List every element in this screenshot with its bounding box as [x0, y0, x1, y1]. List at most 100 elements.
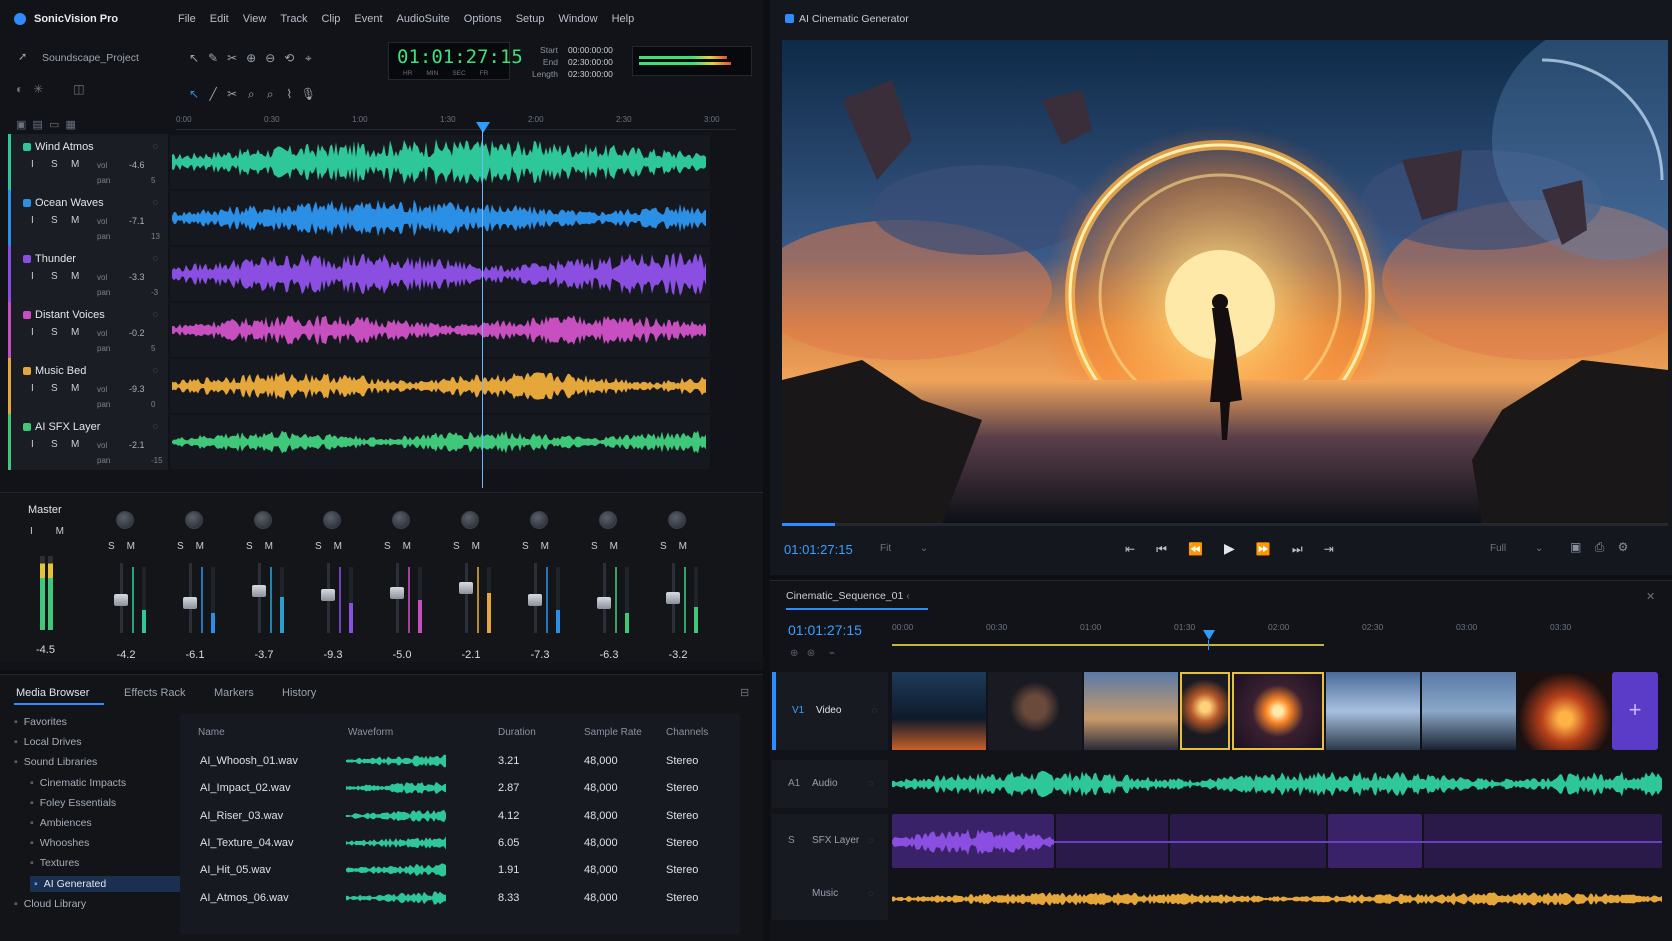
video-clip[interactable] — [892, 672, 986, 750]
solo-button[interactable]: S — [384, 541, 391, 552]
pan-knob[interactable] — [599, 511, 617, 529]
zoom-out-icon[interactable]: ⊖ — [262, 50, 278, 66]
menu-item[interactable]: File — [178, 13, 196, 25]
pan-knob[interactable] — [116, 511, 134, 529]
menu-item[interactable]: View — [243, 13, 267, 25]
fader-cap[interactable] — [459, 582, 473, 595]
audio-track[interactable]: Ocean Waves ◌ I S Mvol -7.1 pan 13 — [2, 190, 720, 246]
tree-item[interactable]: ▪ Ambiences — [30, 817, 92, 829]
full-select[interactable]: Full ⌄ — [1490, 543, 1550, 554]
track-m-button[interactable]: M — [71, 327, 91, 338]
tree-item[interactable]: ▪ AI Generated — [30, 875, 182, 892]
go-end-icon[interactable]: ⇥ — [1324, 542, 1334, 556]
table-row[interactable]: AI_Impact_02.wav 2.87 48,000 Stereo — [190, 775, 738, 801]
menu-item[interactable]: Help — [612, 13, 635, 25]
mute-button[interactable]: M — [472, 541, 480, 552]
track-record-icon[interactable]: ◌ — [153, 309, 158, 319]
mute-button[interactable]: M — [127, 541, 135, 552]
tree-item[interactable]: ▪ Cinematic Impacts — [30, 777, 126, 789]
panel-menu-icon[interactable]: ⊟ — [740, 686, 749, 699]
table-row[interactable]: AI_Hit_05.wav 1.91 48,000 Stereo — [190, 857, 738, 883]
master-mute-button[interactable]: M — [56, 526, 64, 537]
camera-icon[interactable]: ▣ — [1570, 540, 1581, 554]
track-header[interactable]: Ocean Waves ◌ I S Mvol -7.1 pan 13 — [8, 190, 168, 246]
track-s-button[interactable]: S — [51, 439, 71, 450]
track-i-button[interactable]: I — [31, 215, 51, 226]
fader-cap[interactable] — [252, 584, 266, 597]
track-s-button[interactable]: S — [51, 271, 71, 282]
vol-value[interactable]: -9.3 — [129, 384, 145, 394]
tree-item[interactable]: ▪ Cloud Library — [14, 898, 86, 910]
pan-knob[interactable] — [323, 511, 341, 529]
cursor-tool-icon[interactable]: ↖ — [186, 86, 202, 102]
sequence-tab[interactable]: Cinematic_Sequence_01 ‹ — [786, 590, 928, 610]
step-back-icon[interactable]: ⏪ — [1188, 542, 1203, 556]
track-s-button[interactable]: S — [51, 383, 71, 394]
solo-button[interactable]: S — [522, 541, 529, 552]
track-m-button[interactable]: M — [71, 159, 91, 170]
solo-button[interactable]: S — [246, 541, 253, 552]
media-tab[interactable]: History — [282, 687, 316, 699]
playhead-marker-icon[interactable] — [476, 122, 490, 133]
audio-track[interactable]: Distant Voices ◌ I S Mvol -0.2 pan 5 — [2, 302, 720, 358]
video-clip[interactable] — [1518, 672, 1612, 750]
track-record-icon[interactable]: ◌ — [153, 141, 158, 151]
track-i-button[interactable]: I — [31, 327, 51, 338]
timeline-ruler[interactable]: 0:00 0:30 1:00 1:30 2:00 2:30 3:00 — [176, 112, 736, 130]
pan-knob[interactable] — [254, 511, 272, 529]
add-clip-button[interactable]: + — [1612, 672, 1658, 750]
pan-value[interactable]: 13 — [151, 232, 160, 241]
solo-button[interactable]: S — [315, 541, 322, 552]
pan-knob[interactable] — [668, 511, 686, 529]
column-header[interactable]: Name — [198, 727, 225, 738]
track-s-button[interactable]: S — [51, 159, 71, 170]
audio-track[interactable]: Thunder ◌ I S Mvol -3.3 pan -3 — [2, 246, 720, 302]
tree-item[interactable]: ▪ Local Drives — [14, 736, 82, 748]
vol-value[interactable]: -7.1 — [129, 216, 145, 226]
vol-value[interactable]: -2.1 — [129, 440, 145, 450]
tree-item[interactable]: ▪ Favorites — [14, 716, 67, 728]
mic-icon[interactable]: 🎙︎ — [300, 86, 316, 102]
solo-button[interactable]: S — [591, 541, 598, 552]
pan-knob[interactable] — [461, 511, 479, 529]
menu-item[interactable]: Setup — [516, 13, 545, 25]
step-forward-icon[interactable]: ⏩ — [1256, 542, 1271, 556]
prev-icon[interactable]: ⏮ — [1156, 542, 1167, 557]
preview-progress[interactable] — [782, 523, 1668, 526]
fader-cap[interactable] — [114, 594, 128, 607]
seq-track-toggle-icon[interactable]: ◌ — [868, 888, 873, 898]
pan-knob[interactable] — [530, 511, 548, 529]
fit-select[interactable]: Fit ⌄ — [880, 543, 940, 554]
magnify-icon[interactable]: ⌕ — [243, 86, 259, 102]
table-row[interactable]: AI_Atmos_06.wav 8.33 48,000 Stereo — [190, 885, 738, 911]
menu-item[interactable]: Window — [558, 13, 597, 25]
tree-item[interactable]: ▪ Whooshes — [30, 837, 89, 849]
track-s-button[interactable]: S — [51, 327, 71, 338]
video-clip-selected[interactable] — [1232, 672, 1324, 750]
solo-button[interactable]: S — [177, 541, 184, 552]
audio-track-waveform[interactable] — [892, 768, 1662, 800]
track-waveform[interactable] — [172, 360, 706, 412]
track-header[interactable]: Thunder ◌ I S Mvol -3.3 pan -3 — [8, 246, 168, 302]
sequence-track-header[interactable]: Music ◌ — [772, 868, 888, 920]
track-m-button[interactable]: M — [71, 215, 91, 226]
video-clip[interactable] — [988, 672, 1082, 750]
export-icon[interactable]: ⎙ — [1595, 540, 1605, 554]
solo-button[interactable]: S — [660, 541, 667, 552]
menu-item[interactable]: Event — [354, 13, 382, 25]
track-i-button[interactable]: I — [31, 159, 51, 170]
project-name[interactable]: Soundscape_Project — [42, 52, 139, 64]
mute-button[interactable]: M — [196, 541, 204, 552]
audio-track[interactable]: AI SFX Layer ◌ I S Mvol -2.1 pan -15 — [2, 414, 720, 470]
tree-item[interactable]: ▪ Sound Libraries — [14, 756, 97, 768]
solo-button[interactable]: S — [108, 541, 115, 552]
snap-icon[interactable]: ⌖ — [300, 50, 316, 66]
pan-value[interactable]: 5 — [151, 176, 155, 185]
zoom-in-icon[interactable]: ⊕ — [243, 50, 259, 66]
menu-item[interactable]: Edit — [210, 13, 229, 25]
seq-playhead-icon[interactable] — [1203, 630, 1215, 640]
tree-item[interactable]: ▪ Foley Essentials — [30, 797, 116, 809]
pan-value[interactable]: 0 — [151, 400, 155, 409]
track-record-icon[interactable]: ◌ — [153, 197, 158, 207]
seq-track-toggle-icon[interactable]: ◌ — [872, 705, 877, 715]
